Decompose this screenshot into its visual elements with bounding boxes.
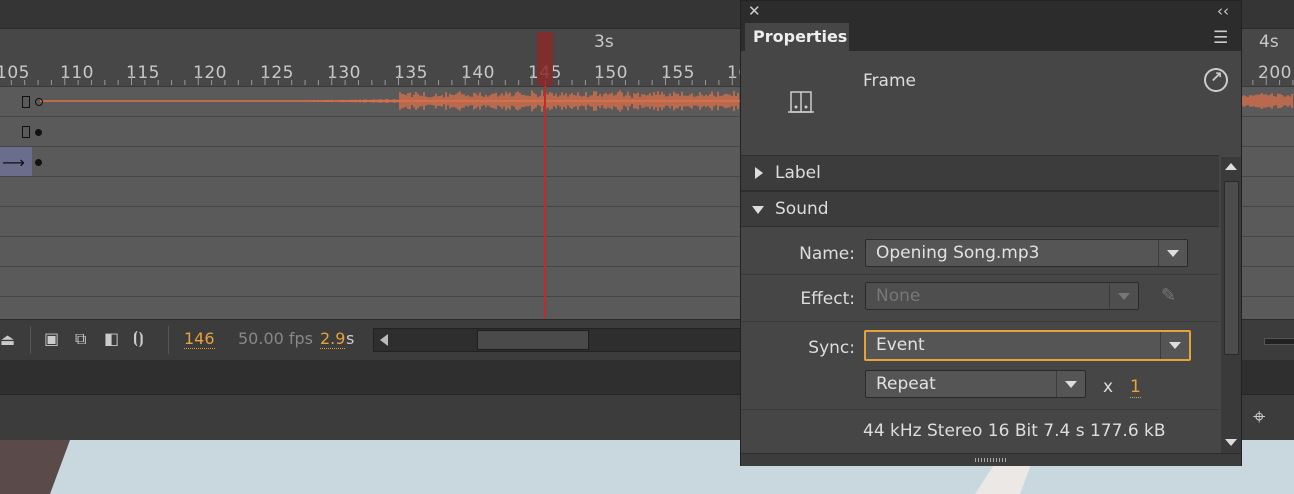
sync-value: Event [876,335,925,355]
row-divider [741,274,1219,275]
keyframe-icon [35,159,42,166]
section-sound[interactable]: Sound [741,191,1219,227]
empty-keyframe-icon [35,98,43,106]
timeline-horizontal-scrollbar[interactable] [373,328,742,352]
onion-outline-icon[interactable]: ⧉ [75,329,86,349]
frame-label: Frame [863,71,916,91]
playhead-handle[interactable] [537,32,553,86]
chevron-down-icon [1109,283,1138,309]
repeat-select[interactable]: Repeat [865,370,1086,398]
scroll-down-icon[interactable] [1225,439,1237,446]
chevron-down-icon [1160,332,1189,359]
scroll-up-icon[interactable] [1225,163,1237,170]
panel-titlebar: ✕ ‹‹ [741,1,1241,23]
repeat-times-label: x [1103,377,1114,397]
playhead-line [544,86,546,318]
chevron-down-icon [1056,371,1085,397]
help-icon[interactable]: ↗ [1204,68,1228,92]
onion-skin-icon[interactable]: ▣ [44,329,59,348]
effect-value: None [876,286,921,306]
section-sound-title: Sound [775,199,829,219]
current-frame-value[interactable]: 146 [184,329,215,349]
zoom-slider[interactable] [1264,338,1294,345]
sound-name-select[interactable]: Opening Song.mp3 [865,239,1188,267]
edit-envelope-pencil-icon: ✎ [1161,285,1177,306]
keyframe-icon [35,129,42,136]
toolbar-divider [168,326,169,354]
effect-select: None [865,282,1139,310]
scroll-left-icon[interactable] [380,334,388,346]
repeat-value: Repeat [876,374,936,394]
chevron-down-icon [1158,240,1187,266]
section-label-title: Label [775,163,821,183]
panel-menu-icon[interactable]: ☰ [1213,28,1228,48]
properties-panel: ✕ ‹‹ Properties ☰ Frame ↗ Label Sound Na… [740,0,1242,466]
scrollbar-thumb[interactable] [1224,181,1239,355]
panel-resize-grip[interactable] [741,453,1241,466]
tab-properties[interactable]: Properties [745,23,849,51]
seconds-marker-4s: 4s [1259,32,1279,52]
grip-icon [975,458,1007,462]
toolbar-divider [30,326,31,354]
edit-multiple-frames-icon[interactable]: ◧ [104,329,119,348]
snap-to-center-icon[interactable]: ⌖ [1253,405,1265,430]
keyframe-start-icon [22,126,30,138]
arrow-right-icon: ⟶ [2,153,25,172]
seconds-marker-3s: 3s [594,32,614,52]
sync-select[interactable]: Event [864,330,1191,361]
sound-info-text: 44 kHz Stereo 16 Bit 7.4 s 177.6 kB [863,421,1166,441]
frame-rate-value[interactable]: 50.00 fps [238,329,313,348]
sync-label: Sync: [808,338,855,358]
sound-waveform-right [1242,93,1293,109]
section-label[interactable]: Label [741,155,1219,191]
frame-icon [788,90,814,116]
elapsed-time-unit: s [346,329,355,348]
scrollbar-thumb[interactable] [477,330,589,350]
elapsed-time-value[interactable]: 2.9 [320,329,346,349]
collapse-icon[interactable]: ‹‹ [1217,2,1229,20]
close-icon[interactable]: ✕ [748,2,761,20]
panel-vertical-scrollbar[interactable] [1221,157,1241,453]
sound-name-value: Opening Song.mp3 [876,243,1040,263]
row-divider [741,409,1219,410]
modify-markers-icon[interactable]: ⦗⦘ [133,328,144,348]
sound-name-label: Name: [799,244,855,264]
collapse-arrow-icon [752,206,764,214]
repeat-count-value[interactable]: 1 [1130,377,1141,398]
row-divider [741,321,1219,322]
expand-arrow-icon [755,167,763,179]
layer-export-icon[interactable]: ⏏ [0,330,15,349]
keyframe-start-icon [22,96,30,108]
effect-label: Effect: [800,289,855,309]
